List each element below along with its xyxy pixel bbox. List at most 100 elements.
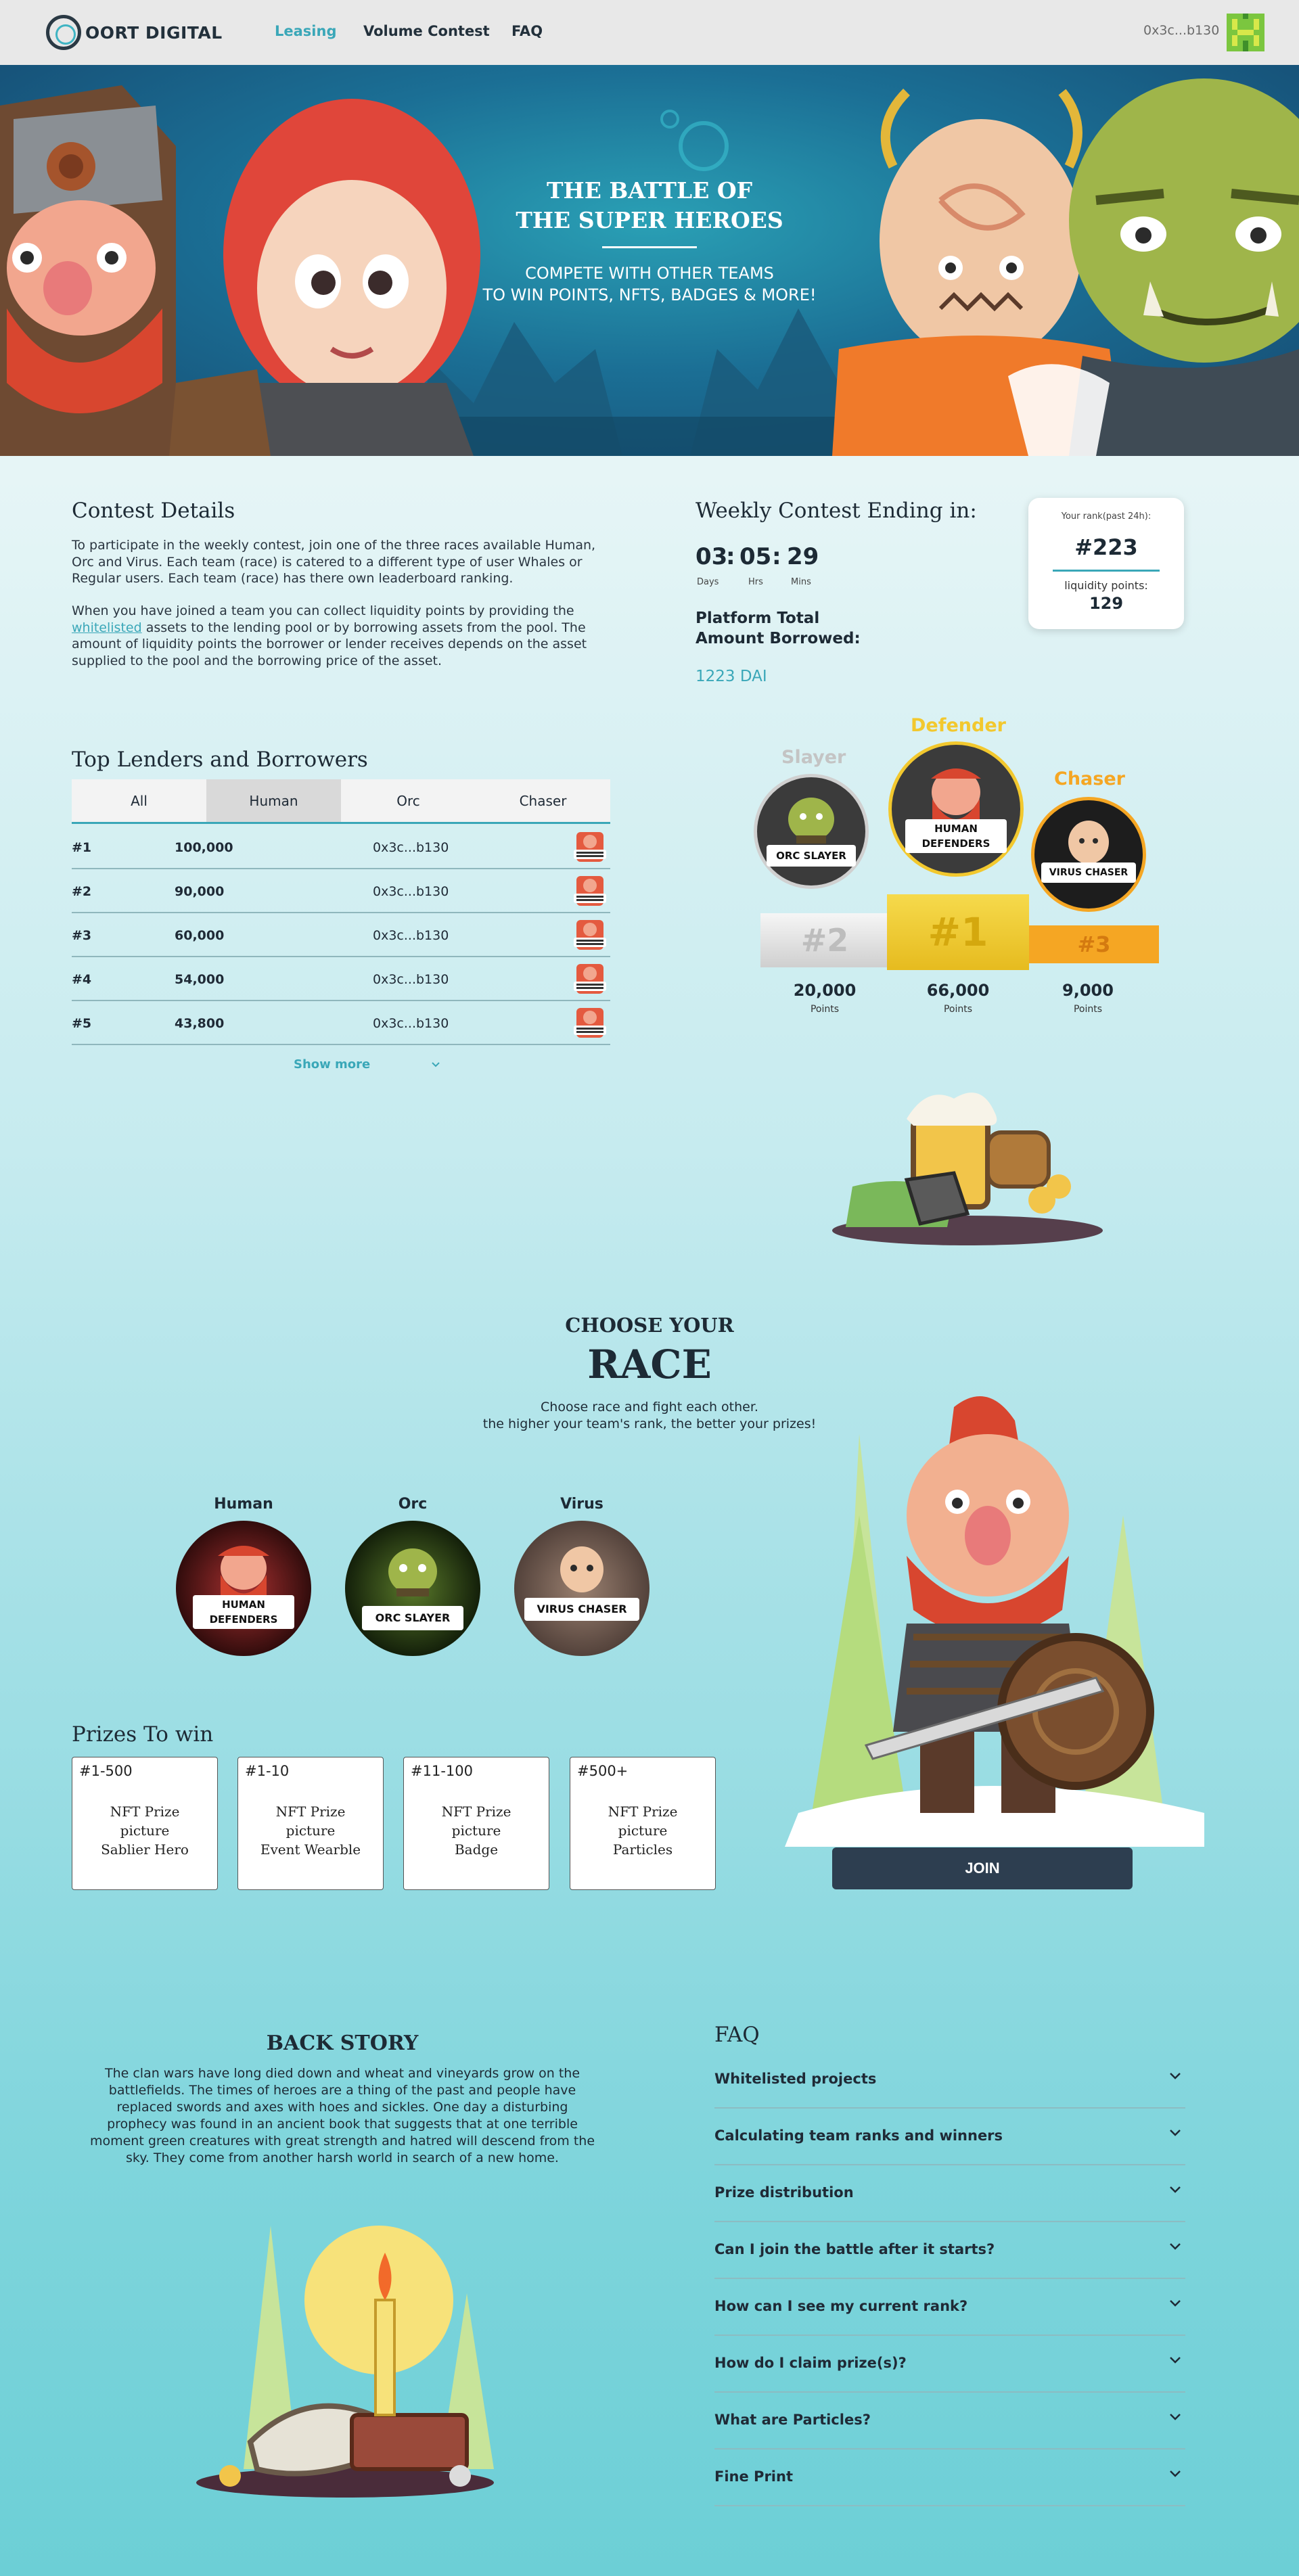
faq-question: Prize distribution — [714, 2184, 854, 2201]
badge-text-bottom: CHASER — [578, 1603, 627, 1615]
human-defenders-badge-icon — [574, 832, 606, 862]
faq-item-whitelisted-projects[interactable]: Whitelisted projects — [714, 2052, 1185, 2109]
row-address: 0x3c...b130 — [373, 884, 449, 899]
nav-link-leasing[interactable]: Leasing — [275, 23, 336, 39]
orc-face-icon — [388, 1548, 437, 1596]
podium-second-team: Slayer — [781, 747, 846, 768]
badge-text-bottom: CHASER — [1085, 867, 1129, 878]
podium-third-score: 9,000 Points — [1023, 981, 1153, 1015]
badge-text-bottom: SLAYER — [404, 1611, 451, 1624]
table-row: #5 43,800 0x3c...b130 — [72, 1001, 610, 1045]
row-address: 0x3c...b130 — [373, 972, 449, 987]
race-badge-text: HUMAN DEFENDERS — [193, 1595, 294, 1629]
row-rank: #1 — [72, 840, 92, 855]
faq-item-team-ranks[interactable]: Calculating team ranks and winners — [714, 2109, 1185, 2165]
chevron-down-icon — [1170, 2414, 1181, 2420]
chevron-down-icon — [1170, 2073, 1181, 2079]
countdown-separator-2: : — [772, 543, 781, 570]
race-label-orc: Orc — [398, 1496, 428, 1513]
human-defenders-badge-icon — [574, 964, 606, 994]
faq-question: What are Particles? — [714, 2412, 871, 2428]
countdown-hours-label: Hrs — [748, 577, 763, 587]
human-defenders-badge-icon — [574, 876, 606, 906]
faq-item-fine-print[interactable]: Fine Print — [714, 2450, 1185, 2506]
faq-question: Can I join the battle after it starts? — [714, 2241, 995, 2257]
prize-card: #500+ NFT Prize picture Particles — [570, 1757, 716, 1890]
countdown-separator: : — [726, 543, 735, 570]
contest-join-text-end: assets to the lending pool or by borrowi… — [72, 620, 587, 668]
faq-item-particles[interactable]: What are Particles? — [714, 2393, 1185, 2450]
row-points: 43,800 — [175, 1016, 225, 1031]
human-defenders-badge-icon — [574, 920, 606, 950]
faq-item-prize-distribution[interactable]: Prize distribution — [714, 2165, 1185, 2222]
oort-logo-icon — [46, 15, 81, 50]
podium-second-points-label: Points — [810, 1004, 840, 1015]
wallet-address[interactable]: 0x3c...b130 — [1143, 23, 1219, 38]
countdown-days-label: Days — [697, 577, 719, 587]
badge-text-top: VIRUS — [1049, 867, 1082, 878]
tab-all[interactable]: All — [72, 779, 206, 822]
row-points: 90,000 — [175, 884, 225, 899]
prize-range: #11-100 — [411, 1763, 473, 1779]
podium-second-score: 20,000 Points — [760, 981, 889, 1015]
faq-item-current-rank[interactable]: How can I see my current rank? — [714, 2279, 1185, 2336]
race-option-virus[interactable]: VIRUS CHASER — [514, 1521, 650, 1656]
brand-name: OORT DIGITAL — [85, 22, 223, 43]
prize-line2: picture — [120, 1822, 170, 1839]
virus-face-icon — [1068, 821, 1109, 864]
chevron-down-icon — [1170, 2357, 1181, 2364]
faq-question: How can I see my current rank? — [714, 2298, 968, 2314]
contest-details-title: Contest Details — [72, 499, 235, 523]
badge-text-bottom: SLAYER — [803, 850, 846, 862]
faq-item-join-after-start[interactable]: Can I join the battle after it starts? — [714, 2222, 1185, 2279]
row-rank: #2 — [72, 884, 92, 899]
table-row: #1 100,000 0x3c...b130 — [72, 825, 610, 869]
hero-title-line1: THE BATTLE OF — [546, 177, 753, 204]
race-badge-text: VIRUS CHASER — [524, 1598, 639, 1621]
tab-human[interactable]: Human — [206, 779, 341, 822]
podium-step-third: #3 — [1029, 925, 1159, 963]
weekly-contest-title: Weekly Contest Ending in: — [696, 499, 977, 523]
row-points: 100,000 — [175, 840, 233, 855]
hero-banner: THE BATTLE OF THE SUPER HEROES COMPETE W… — [0, 65, 1299, 456]
faq-title: FAQ — [714, 2023, 760, 2047]
user-avatar-icon[interactable] — [1227, 14, 1264, 51]
chevron-down-icon — [432, 1061, 440, 1067]
nav-link-faq[interactable]: FAQ — [511, 23, 543, 39]
human-defenders-badge-text: HUMAN DEFENDERS — [905, 819, 1007, 853]
tab-chaser[interactable]: Chaser — [476, 779, 610, 822]
podium-third-points-label: Points — [1073, 1004, 1103, 1015]
platform-borrowed-value: 1223 DAI — [696, 668, 767, 685]
podium-first-team: Defender — [911, 715, 1006, 736]
tavern-illustration — [832, 1092, 1103, 1245]
liquidity-points-label: liquidity points: — [1064, 579, 1148, 592]
hero-subtitle: COMPETE WITH OTHER TEAMS TO WIN POINTS, … — [413, 262, 886, 306]
prize-line1: NFT Prize — [608, 1803, 678, 1820]
faq-item-claim-prize[interactable]: How do I claim prize(s)? — [714, 2336, 1185, 2393]
faq-question: Calculating team ranks and winners — [714, 2128, 1003, 2144]
show-more-button[interactable]: Show more — [294, 1057, 440, 1072]
podium-step-second: #2 — [760, 913, 889, 967]
orc-face-icon — [788, 798, 834, 844]
join-button[interactable]: JOIN — [832, 1847, 1133, 1889]
rank-card-label: Your rank(past 24h): — [1061, 511, 1152, 522]
badge-text-top: VIRUS — [537, 1603, 574, 1615]
tab-orc[interactable]: Orc — [341, 779, 476, 822]
prize-text: NFT Prize picture Sablier Hero — [72, 1802, 217, 1859]
brand-logo[interactable]: OORT DIGITAL — [46, 15, 223, 50]
chevron-down-icon — [1170, 2243, 1181, 2250]
whitelisted-link[interactable]: whitelisted — [72, 620, 142, 635]
prize-line3: Sablier Hero — [101, 1841, 189, 1858]
race-option-orc[interactable]: ORC SLAYER — [345, 1521, 480, 1656]
prize-text: NFT Prize picture Badge — [404, 1802, 549, 1859]
prize-range: #1-10 — [245, 1763, 290, 1779]
race-label-virus: Virus — [560, 1496, 603, 1513]
nav-link-volume-contest[interactable]: Volume Contest — [363, 23, 490, 39]
table-row: #3 60,000 0x3c...b130 — [72, 913, 610, 957]
race-option-human[interactable]: HUMAN DEFENDERS — [176, 1521, 311, 1656]
leaderboard-tabs: All Human Orc Chaser — [72, 779, 610, 824]
virus-chaser-badge-text: VIRUS CHASER — [1041, 862, 1136, 883]
leaderboard-title: Top Lenders and Borrowers — [72, 748, 368, 772]
chevron-down-icon — [1170, 2130, 1181, 2136]
prizes-title: Prizes To win — [72, 1722, 214, 1747]
